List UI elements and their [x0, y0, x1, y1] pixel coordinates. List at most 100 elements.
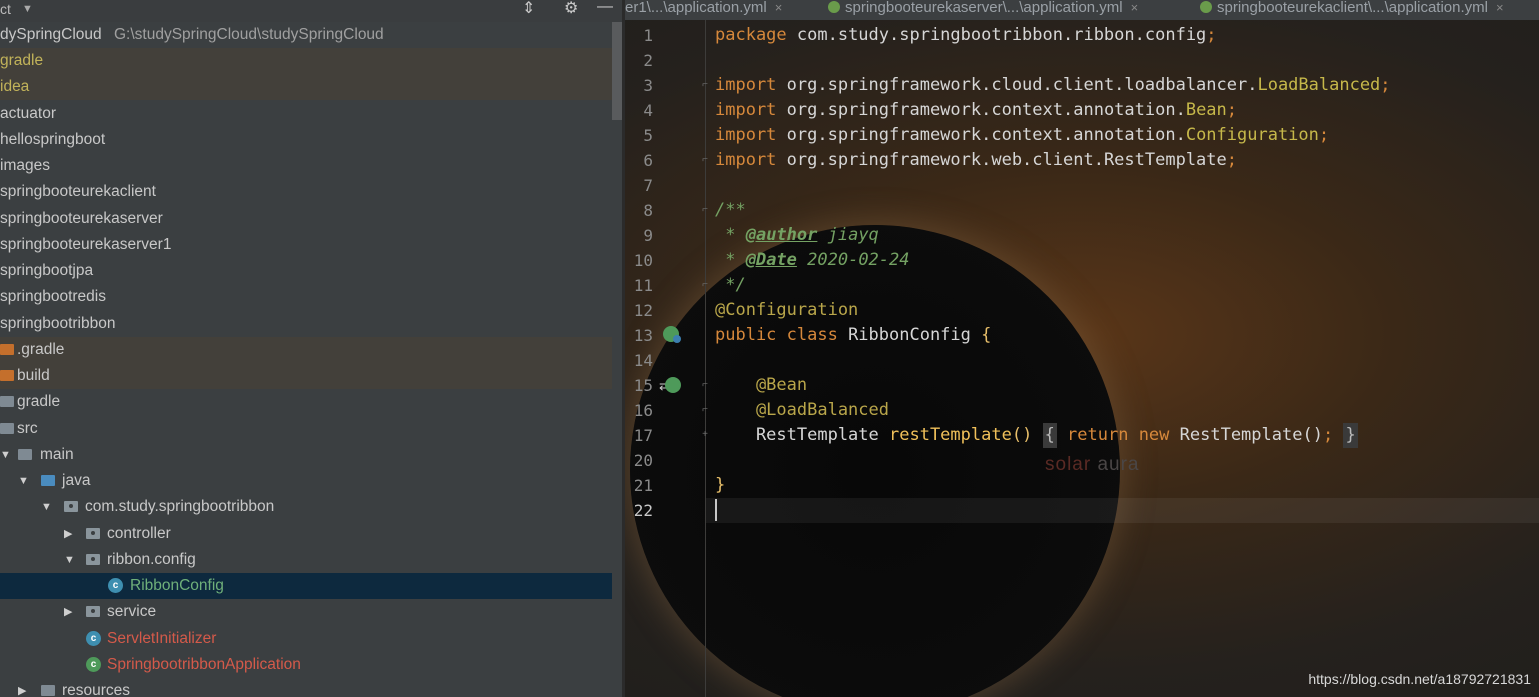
tree-item[interactable]: ▼ com.study.springbootribbon: [0, 494, 612, 520]
code-line-17: RestTemplate restTemplate() { return new…: [715, 423, 1358, 448]
line-number: 15: [633, 376, 653, 395]
resources-folder-icon: [41, 685, 55, 696]
line-number: 6: [643, 151, 653, 170]
code-line-8: /**: [715, 200, 746, 220]
line-number: 5: [643, 126, 653, 145]
fold-expand-icon[interactable]: +: [700, 430, 710, 440]
package-icon: [86, 528, 100, 539]
tree-item[interactable]: c SpringbootribbonApplication: [0, 652, 612, 678]
line-number: 9: [643, 226, 653, 245]
tree-item[interactable]: .gradle: [0, 337, 612, 363]
spring-config-gutter-icon[interactable]: [663, 326, 681, 343]
class-icon: c: [108, 578, 123, 593]
project-title[interactable]: ct: [0, 0, 11, 18]
package-icon: [86, 554, 100, 565]
tree-item[interactable]: src: [0, 416, 612, 442]
collapse-icon[interactable]: ⇕: [522, 0, 535, 18]
close-icon[interactable]: ×: [1496, 0, 1504, 15]
chevron-down-icon[interactable]: ▼: [64, 547, 76, 573]
close-icon[interactable]: ×: [1131, 0, 1139, 15]
folder-icon: [0, 423, 14, 434]
line-number: 2: [643, 51, 653, 70]
chevron-right-icon[interactable]: ▶: [64, 521, 76, 547]
tree-item[interactable]: images: [0, 153, 612, 179]
fold-marker-icon[interactable]: ⌐: [700, 280, 710, 290]
code-line-4: import org.springframework.context.annot…: [715, 100, 1238, 120]
tree-item[interactable]: springbootribbon: [0, 311, 612, 337]
project-view-dropdown[interactable]: ▼: [22, 0, 33, 18]
tab-application-yml[interactable]: er1\...\application.yml ×: [625, 0, 782, 20]
current-line-highlight: [705, 498, 1539, 523]
tree-item[interactable]: ▼ ribbon.config: [0, 547, 612, 573]
source-folder-icon: [41, 475, 55, 486]
tree-item[interactable]: springbooteurekaserver: [0, 206, 612, 232]
line-number: 1: [643, 26, 653, 45]
line-number: 17: [633, 426, 653, 445]
tree-item[interactable]: c ServletInitializer: [0, 626, 612, 652]
source-url-watermark: https://blog.csdn.net/a18792721831: [1308, 671, 1531, 687]
yml-file-icon: [1200, 1, 1212, 13]
tree-item[interactable]: idea: [0, 74, 612, 100]
tree-item[interactable]: hellospringboot: [0, 127, 612, 153]
minimize-icon[interactable]: —: [597, 0, 613, 16]
code-line-9: * @author jiayq: [715, 225, 879, 245]
chevron-down-icon[interactable]: ▼: [0, 442, 12, 468]
package-icon: [86, 606, 100, 617]
package-icon: [64, 501, 78, 512]
tree-item[interactable]: springbootjpa: [0, 258, 612, 284]
tree-item[interactable]: ▶ resources: [0, 678, 612, 697]
tree-item[interactable]: springbooteurekaserver1: [0, 232, 612, 258]
line-number: 20: [633, 451, 653, 470]
fold-marker-icon[interactable]: ⌐: [700, 405, 710, 415]
tree-item[interactable]: actuator: [0, 101, 612, 127]
spring-bean-gutter-icon[interactable]: [665, 377, 681, 393]
fold-marker-icon[interactable]: ⌐: [700, 205, 710, 215]
fold-marker-icon[interactable]: ⌐: [700, 155, 710, 165]
close-icon[interactable]: ×: [775, 0, 783, 15]
tree-item[interactable]: gradle: [0, 48, 612, 74]
tree-item[interactable]: ▶ controller: [0, 521, 612, 547]
code-line-11: */: [715, 275, 746, 295]
tab-eurekaserver-yml[interactable]: springbooteurekaserver\...\application.y…: [828, 0, 1138, 20]
line-number: 16: [633, 401, 653, 420]
tree-item[interactable]: springbootredis: [0, 284, 612, 310]
tree-item-selected[interactable]: c RibbonConfig: [0, 573, 612, 599]
fold-marker-icon[interactable]: ⌐: [700, 80, 710, 90]
line-number: 13: [633, 326, 653, 345]
folder-icon: [0, 396, 14, 407]
code-editor[interactable]: er1\...\application.yml × springbooteurek…: [625, 0, 1539, 697]
tree-item[interactable]: ▶ service: [0, 599, 612, 625]
text-caret: [715, 499, 717, 521]
folder-icon: [0, 344, 14, 355]
project-scrollbar[interactable]: [612, 22, 622, 120]
chevron-down-icon[interactable]: ▼: [18, 468, 30, 494]
chevron-down-icon[interactable]: ▼: [41, 494, 53, 520]
line-number: 21: [633, 476, 653, 495]
chevron-right-icon[interactable]: ▶: [64, 599, 76, 625]
tree-item[interactable]: ▼ java: [0, 468, 612, 494]
chevron-right-icon[interactable]: ▶: [18, 678, 30, 697]
tree-root[interactable]: dySpringCloud G:\studySpringCloud\studySp…: [0, 22, 612, 48]
root-path: G:\studySpringCloud\studySpringCloud: [114, 26, 384, 43]
tree-item[interactable]: gradle: [0, 389, 612, 415]
tree-item[interactable]: springbooteurekaclient: [0, 179, 612, 205]
yml-file-icon: [828, 1, 840, 13]
spring-class-icon: c: [86, 657, 101, 672]
code-line-6: import org.springframework.web.client.Re…: [715, 150, 1238, 170]
fold-marker-icon[interactable]: ⌐: [700, 380, 710, 390]
background-watermark: solar aura: [1045, 454, 1140, 475]
code-line-10: * @Date 2020-02-24: [715, 250, 910, 270]
line-number: 12: [633, 301, 653, 320]
class-icon: c: [86, 631, 101, 646]
line-number: 22: [633, 501, 653, 520]
gear-icon[interactable]: ⚙: [564, 0, 578, 18]
tree-item[interactable]: ▼ main: [0, 442, 612, 468]
editor-tabs: er1\...\application.yml × springbooteurek…: [625, 0, 1539, 20]
code-line-13: public class RibbonConfig {: [715, 325, 992, 345]
code-line-16: @LoadBalanced: [715, 400, 889, 420]
code-line-3: import org.springframework.cloud.client.…: [715, 75, 1391, 95]
line-number: 10: [633, 251, 653, 270]
tree-item[interactable]: build: [0, 363, 612, 389]
tab-eurekaclient-yml[interactable]: springbooteurekaclient\...\application.y…: [1200, 0, 1504, 20]
line-number: 4: [643, 101, 653, 120]
